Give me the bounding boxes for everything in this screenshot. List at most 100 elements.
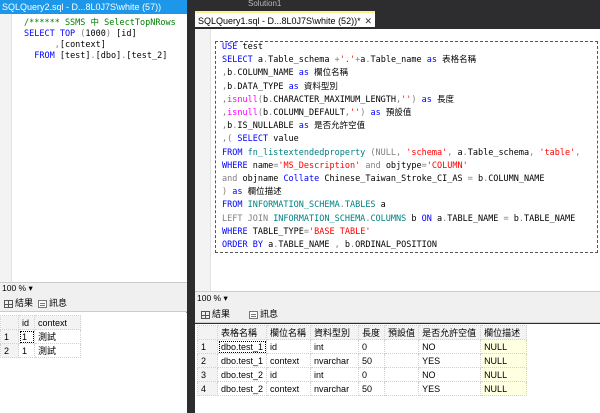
- grid-cell[interactable]: NULL: [480, 367, 528, 382]
- code-token: FROM: [24, 51, 60, 61]
- grid-icon: [201, 310, 210, 319]
- grid-cell[interactable]: NULL: [480, 339, 528, 354]
- close-icon[interactable]: ✕: [364, 13, 372, 29]
- grid-cell[interactable]: NULL: [480, 353, 528, 368]
- table-row[interactable]: 1 dbo.test_1 id int 0 NO NULL: [197, 339, 528, 354]
- grid-cell[interactable]: int: [310, 339, 360, 354]
- grid-cell[interactable]: id: [266, 339, 312, 354]
- column-header[interactable]: 欄位描述: [480, 325, 528, 340]
- code-token: objtype: [385, 160, 422, 171]
- grid-cell[interactable]: [384, 381, 420, 396]
- column-header[interactable]: 欄位名稱: [266, 325, 312, 340]
- code-line: ,b.IS_NULLABLE as 是否允許空值: [222, 121, 365, 132]
- grid-cell[interactable]: nvarchar: [310, 353, 360, 368]
- code-line: ,isnull(b.COLUMN_DEFAULT,'') as 預設值: [222, 108, 411, 119]
- right-zoom-level[interactable]: 100 % ▾: [195, 291, 600, 305]
- left-results-grid[interactable]: id context 1 1 測試 2 1 測試: [0, 313, 187, 413]
- code-line: ,b.COLUMN_NAME as 欄位名稱: [222, 68, 348, 79]
- grid-cell[interactable]: NULL: [480, 381, 528, 396]
- tab-sqlquery1[interactable]: SQLQuery1.sql - D...8L0J7S\white (52))* …: [195, 11, 375, 27]
- grid-cell[interactable]: 0: [358, 339, 386, 354]
- right-tab-results[interactable]: 結果: [201, 308, 230, 321]
- code-line: WHERE TABLE_TYPE='BASE TABLE': [222, 227, 370, 238]
- grid-cell[interactable]: nvarchar: [310, 381, 360, 396]
- left-tab-messages[interactable]: 訊息: [38, 297, 67, 310]
- row-number[interactable]: 1: [197, 339, 218, 354]
- code-line: SELECT a.Table_schema +'.'+a.Table_name …: [222, 55, 476, 66]
- grid-cell[interactable]: NO: [418, 367, 482, 382]
- grid-cell[interactable]: 1: [18, 343, 35, 358]
- right-zoom-value: 100 %: [197, 293, 222, 303]
- code-token: ): [105, 29, 117, 39]
- code-token: value: [273, 134, 299, 145]
- grid-cell[interactable]: 測試: [34, 343, 81, 358]
- row-number[interactable]: 1: [0, 329, 19, 344]
- grid-cell[interactable]: 0: [358, 367, 386, 382]
- code-token: as: [298, 121, 315, 132]
- column-header[interactable]: context: [34, 315, 81, 330]
- row-number[interactable]: 2: [197, 353, 218, 368]
- code-token: DATA_TYPE: [237, 81, 289, 92]
- row-number[interactable]: 4: [197, 381, 218, 396]
- grid-cell[interactable]: NO: [418, 339, 482, 354]
- code-token: =: [467, 174, 478, 184]
- grid-corner[interactable]: [0, 315, 19, 330]
- grid-cell[interactable]: [384, 353, 420, 368]
- table-row[interactable]: 1 1 測試: [0, 329, 81, 344]
- left-zoom-value: 100 %: [2, 283, 27, 293]
- column-header[interactable]: 表格名稱: [216, 325, 268, 340]
- code-token: 長度: [437, 94, 455, 105]
- column-header[interactable]: 長度: [358, 325, 386, 340]
- right-tab-messages[interactable]: 訊息: [249, 308, 278, 321]
- grid-cell[interactable]: id: [266, 367, 312, 382]
- grid-cell[interactable]: context: [266, 353, 312, 368]
- table-row[interactable]: 3 dbo.test_2 id int 0 NO NULL: [197, 367, 528, 382]
- code-line: SELECT TOP (1000) [id]: [24, 29, 137, 40]
- left-code-editor[interactable]: /****** SSMS 中 SelectTopNRows SELECT TOP …: [0, 14, 187, 282]
- code-line: and objname Collate Chinese_Taiwan_Strok…: [222, 174, 544, 185]
- left-tab-results[interactable]: 結果: [4, 297, 33, 310]
- code-line: FROM [test].[dbo].[test_2]: [24, 51, 167, 62]
- code-token: and: [360, 160, 386, 171]
- grid-cell[interactable]: YES: [418, 353, 482, 368]
- grid-cell[interactable]: dbo.test_2: [216, 367, 268, 382]
- grid-cell[interactable]: 50: [358, 381, 386, 396]
- right-results-grid[interactable]: 表格名稱 欄位名稱 資料型別 長度 預設值 是否允許空值 欄位描述 1 dbo.test_1 id…: [195, 324, 600, 413]
- row-number[interactable]: 3: [197, 367, 218, 382]
- grid-cell[interactable]: context: [266, 381, 312, 396]
- left-zoom-level[interactable]: 100 % ▾: [0, 282, 187, 294]
- tab-sqlquery2[interactable]: SQLQuery2.sql - D...8L0J7S\white (57)): [0, 0, 187, 14]
- code-token: isnull: [227, 108, 258, 118]
- table-row[interactable]: 2 dbo.test_1 context nvarchar 50 YES NULL: [197, 353, 528, 368]
- right-code-editor[interactable]: USE test SELECT a.Table_schema +'.'+a.Tab…: [195, 29, 600, 291]
- left-results-tabstrip: 結果 訊息: [0, 294, 187, 312]
- code-token: [dbo]: [95, 51, 122, 61]
- row-number[interactable]: 2: [0, 343, 19, 358]
- table-row[interactable]: 2 1 測試: [0, 343, 81, 358]
- grid-cell[interactable]: dbo.test_1: [216, 353, 268, 368]
- grid-cell[interactable]: [384, 367, 420, 382]
- grid-cell[interactable]: dbo.test_1: [216, 339, 268, 354]
- grid-cell[interactable]: 50: [358, 353, 386, 368]
- code-token: FROM: [222, 147, 248, 158]
- code-token: ,: [575, 147, 581, 158]
- column-header[interactable]: 預設值: [384, 325, 420, 340]
- grid-cell[interactable]: YES: [418, 381, 482, 396]
- code-token: /****** SSMS 中 SelectTopNRows: [24, 18, 176, 28]
- code-token: b: [411, 213, 422, 224]
- grid-cell[interactable]: dbo.test_2: [216, 381, 268, 396]
- code-token: SELECT: [222, 55, 258, 66]
- grid-header-row: id context: [0, 315, 81, 330]
- table-row[interactable]: 4 dbo.test_2 context nvarchar 50 YES NULL: [197, 381, 528, 396]
- column-header[interactable]: id: [18, 315, 35, 330]
- code-token: '': [350, 108, 361, 118]
- grid-cell[interactable]: 測試: [34, 329, 81, 344]
- column-header[interactable]: 資料型別: [310, 325, 360, 340]
- grid-corner[interactable]: [197, 325, 218, 340]
- column-header[interactable]: 是否允許空值: [418, 325, 482, 340]
- code-line: /****** SSMS 中 SelectTopNRows: [24, 18, 176, 29]
- grid-cell[interactable]: [384, 339, 420, 354]
- grid-cell[interactable]: int: [310, 367, 360, 382]
- right-results-tabstrip: 結果 訊息: [195, 305, 600, 323]
- grid-cell[interactable]: 1: [18, 329, 35, 344]
